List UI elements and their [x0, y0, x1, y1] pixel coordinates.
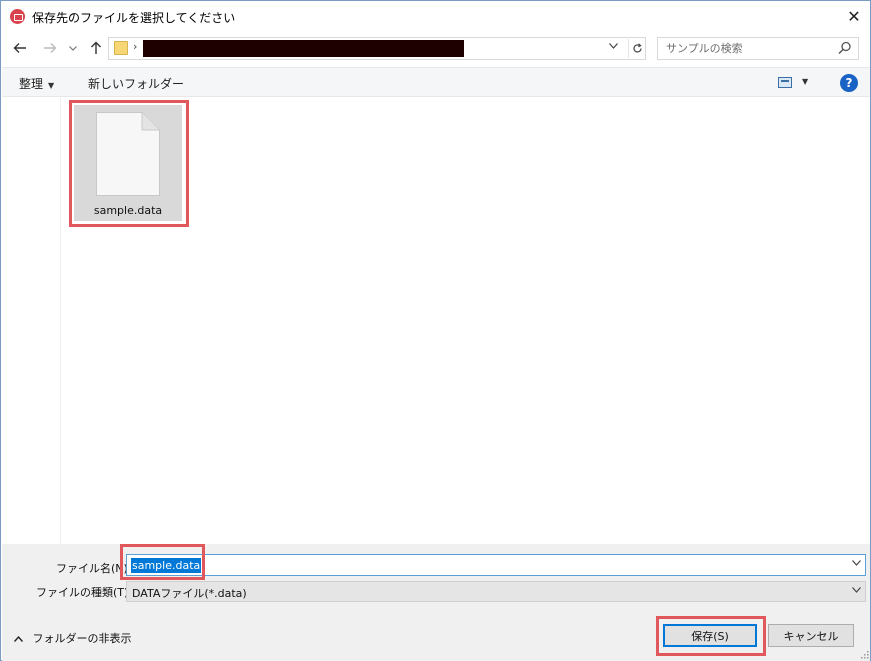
filetype-value: DATAファイル(*.data) — [132, 587, 247, 600]
breadcrumb-separator[interactable]: › — [133, 40, 137, 53]
folder-icon — [114, 41, 128, 55]
view-options-dropdown[interactable]: ▼ — [802, 77, 808, 86]
chevron-down-icon — [852, 560, 861, 566]
up-arrow-icon — [91, 41, 101, 54]
help-button[interactable]: ? — [840, 74, 858, 92]
filetype-label: ファイルの種類(T): — [36, 586, 133, 599]
forward-button[interactable] — [41, 38, 59, 58]
view-icon[interactable] — [778, 77, 792, 88]
window-title: 保存先のファイルを選択してください — [32, 11, 236, 25]
new-folder-button[interactable]: 新しいフォルダー — [88, 75, 184, 92]
back-button[interactable] — [11, 38, 29, 58]
forward-arrow-icon — [44, 43, 57, 53]
recent-locations-button[interactable] — [64, 38, 82, 58]
annotation-highlight-file — [69, 100, 189, 227]
save-file-dialog: 保存先のファイルを選択してください ✕ › 整理 ▼ 新しいフォルダー — [0, 0, 871, 661]
annotation-highlight-save — [656, 616, 766, 656]
filetype-select[interactable]: DATAファイル(*.data) — [126, 581, 866, 602]
back-arrow-icon — [13, 43, 26, 53]
redacted-path — [143, 40, 464, 57]
organize-label: 整理 — [19, 77, 44, 91]
hide-folders-label: フォルダーの非表示 — [32, 632, 132, 645]
refresh-icon — [632, 43, 642, 53]
filename-input[interactable]: sample.data — [126, 554, 866, 576]
search-input[interactable] — [658, 38, 833, 59]
refresh-button[interactable] — [628, 39, 645, 58]
hide-folders-toggle[interactable]: フォルダーの非表示 — [13, 630, 132, 646]
app-icon — [10, 9, 25, 24]
filetype-dropdown[interactable] — [852, 585, 861, 596]
caret-down-icon: ▼ — [48, 81, 55, 90]
annotation-highlight-filename — [120, 544, 205, 580]
filename-history-dropdown[interactable] — [852, 558, 861, 569]
chevron-down-icon — [852, 587, 861, 593]
address-dropdown-button[interactable] — [609, 41, 618, 52]
toolbar: 整理 ▼ 新しいフォルダー ▼ ? — [2, 67, 870, 97]
close-icon: ✕ — [847, 6, 861, 26]
cancel-button[interactable]: キャンセル — [768, 624, 854, 647]
chevron-down-icon — [69, 45, 77, 51]
close-button[interactable]: ✕ — [837, 1, 871, 31]
up-button[interactable] — [87, 38, 105, 58]
title-bar: 保存先のファイルを選択してください ✕ — [1, 1, 870, 32]
organize-menu[interactable]: 整理 ▼ — [19, 75, 54, 92]
search-box[interactable] — [657, 37, 859, 60]
search-icon[interactable] — [838, 41, 852, 55]
chevron-down-icon — [609, 43, 618, 49]
address-bar[interactable]: › — [108, 37, 646, 60]
navigation-pane[interactable] — [2, 98, 61, 544]
chevron-up-icon — [13, 632, 27, 645]
resize-grip-icon[interactable] — [860, 650, 869, 659]
